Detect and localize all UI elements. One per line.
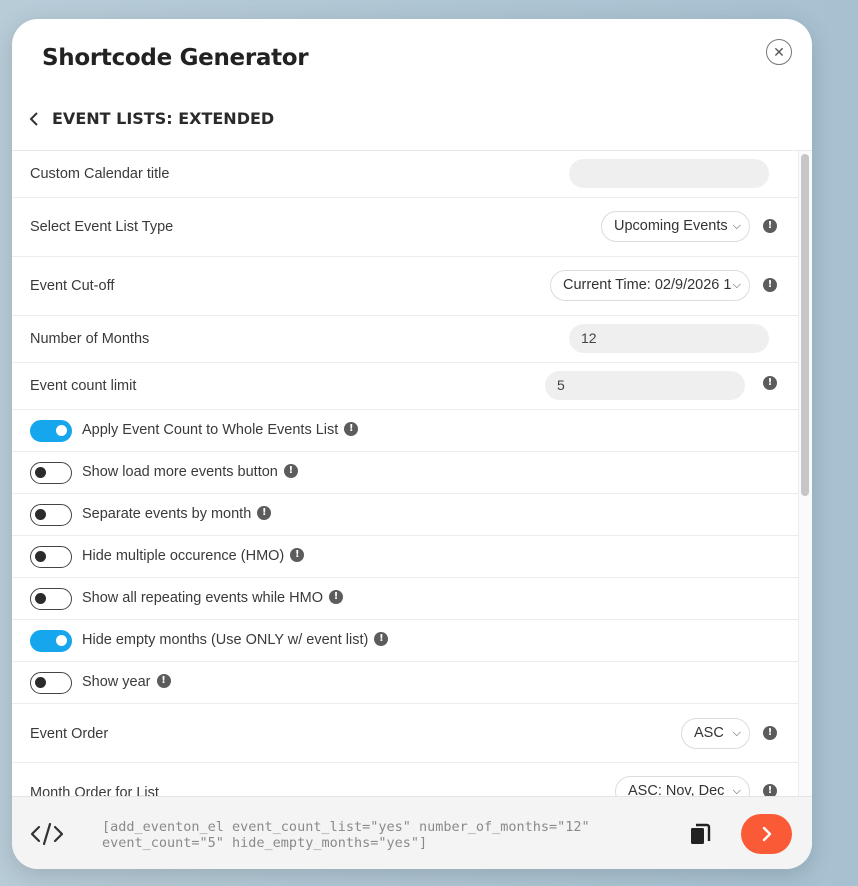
footer-bar: [add_eventon_el event_count_list="yes" n…: [12, 796, 812, 869]
event-order-select[interactable]: ASC ⌵: [681, 718, 750, 749]
toggle-switch[interactable]: [30, 462, 72, 484]
event-count-limit-input[interactable]: 5: [545, 371, 745, 400]
row-toggle: Hide multiple occurence (HMO)!: [12, 536, 798, 578]
info-icon[interactable]: !: [763, 376, 777, 390]
toggle-switch[interactable]: [30, 420, 72, 442]
info-icon[interactable]: !: [290, 548, 305, 563]
event-list-type-select[interactable]: Upcoming Events ⌵: [601, 211, 750, 242]
toggle-label: Show all repeating events while HMO!: [82, 590, 343, 606]
options-list: Custom Calendar title Select Event List …: [12, 151, 798, 796]
info-icon[interactable]: !: [763, 219, 777, 233]
calendar-title-input[interactable]: [569, 159, 769, 188]
row-event-cutoff: Event Cut-off Current Time: 02/9/2026 1 …: [12, 257, 798, 316]
info-icon[interactable]: !: [344, 422, 359, 437]
row-toggle: Apply Event Count to Whole Events List!: [12, 410, 798, 452]
close-icon: ✕: [773, 43, 785, 60]
copy-icon[interactable]: [688, 821, 712, 847]
event-count-limit-label: Event count limit: [30, 378, 137, 394]
modal-title: Shortcode Generator: [42, 45, 309, 71]
toggle-switch[interactable]: [30, 504, 72, 526]
section-title: EVENT LISTS: EXTENDED: [52, 109, 275, 128]
info-icon[interactable]: !: [156, 674, 171, 689]
month-order-label: Month Order for List: [30, 785, 159, 796]
row-toggle: Show all repeating events while HMO!: [12, 578, 798, 620]
info-icon[interactable]: !: [763, 784, 777, 796]
chevron-down-icon: ⌵: [730, 271, 741, 300]
month-order-select[interactable]: ASC: Nov, Dec ⌵: [615, 776, 750, 796]
row-number-of-months: Number of Months 12: [12, 316, 798, 363]
toggle-switch[interactable]: [30, 672, 72, 694]
row-event-count-limit: Event count limit 5 !: [12, 363, 798, 410]
toggle-label: Show year!: [82, 674, 171, 690]
month-order-value: ASC: Nov, Dec: [628, 783, 725, 796]
chevron-right-icon: [762, 826, 771, 842]
toggle-switch[interactable]: [30, 630, 72, 652]
event-order-value: ASC: [694, 725, 724, 741]
info-icon[interactable]: !: [257, 506, 272, 521]
info-icon[interactable]: !: [374, 632, 389, 647]
row-toggle: Hide empty months (Use ONLY w/ event lis…: [12, 620, 798, 662]
info-icon[interactable]: !: [283, 464, 298, 479]
shortcode-generator-modal: Shortcode Generator ✕ EVENT LISTS: EXTEN…: [12, 19, 812, 869]
chevron-down-icon: ⌵: [730, 777, 741, 796]
toggle-switch[interactable]: [30, 588, 72, 610]
toggle-label: Show load more events button!: [82, 464, 298, 480]
row-event-order: Event Order ASC ⌵ !: [12, 704, 798, 763]
event-order-label: Event Order: [30, 726, 109, 742]
back-button[interactable]: [24, 107, 44, 131]
toggle-label: Hide empty months (Use ONLY w/ event lis…: [82, 632, 389, 648]
row-calendar-title: Custom Calendar title: [12, 151, 798, 198]
toggle-label: Hide multiple occurence (HMO)!: [82, 548, 305, 564]
close-button[interactable]: ✕: [766, 39, 792, 65]
number-of-months-input[interactable]: 12: [569, 324, 769, 353]
row-toggle: Show load more events button!: [12, 452, 798, 494]
event-cutoff-value: Current Time: 02/9/2026 1: [563, 277, 732, 293]
info-icon[interactable]: !: [763, 726, 777, 740]
row-toggle: Separate events by month!: [12, 494, 798, 536]
chevron-left-icon: [29, 112, 38, 126]
calendar-title-label: Custom Calendar title: [30, 166, 170, 182]
code-icon: [30, 822, 64, 846]
event-cutoff-select[interactable]: Current Time: 02/9/2026 1 ⌵: [550, 270, 750, 301]
shortcode-output[interactable]: [add_eventon_el event_count_list="yes" n…: [102, 819, 662, 851]
chevron-down-icon: ⌵: [732, 220, 741, 232]
generate-button[interactable]: [741, 814, 792, 854]
event-list-type-label: Select Event List Type: [30, 219, 174, 235]
row-event-list-type: Select Event List Type Upcoming Events ⌵…: [12, 198, 798, 257]
event-list-type-value: Upcoming Events: [614, 218, 728, 234]
row-month-order: Month Order for List ASC: Nov, Dec ⌵ !: [12, 763, 798, 796]
info-icon[interactable]: !: [763, 278, 777, 292]
info-icon[interactable]: !: [328, 590, 343, 605]
chevron-down-icon: ⌵: [732, 727, 741, 739]
scrollbar-thumb[interactable]: [801, 154, 809, 496]
toggle-label: Separate events by month!: [82, 506, 272, 522]
event-cutoff-label: Event Cut-off: [30, 278, 115, 294]
toggle-switch[interactable]: [30, 546, 72, 568]
toggle-label: Apply Event Count to Whole Events List!: [82, 422, 359, 438]
number-of-months-label: Number of Months: [30, 331, 150, 347]
row-toggle: Show year!: [12, 662, 798, 704]
